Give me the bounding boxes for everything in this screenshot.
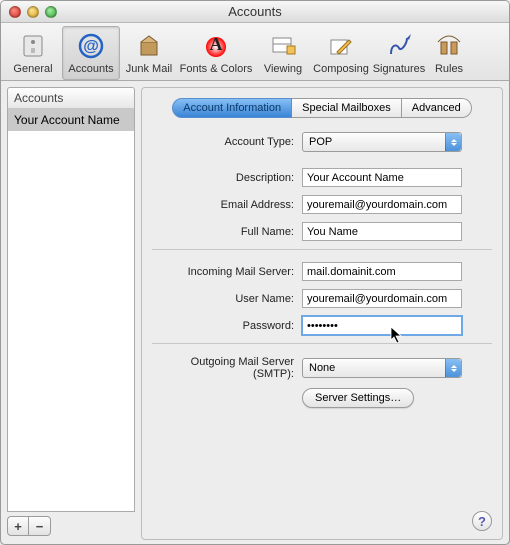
sidebar: Accounts Your Account Name + − xyxy=(7,87,135,540)
zoom-button[interactable] xyxy=(45,6,57,18)
switch-icon xyxy=(17,30,49,62)
preferences-toolbar: General @ Accounts Junk Mail A xyxy=(1,23,509,81)
toolbar-label: General xyxy=(13,63,52,75)
dropdown-arrows-icon xyxy=(445,359,461,377)
password-field[interactable] xyxy=(302,316,462,335)
sidebar-header: Accounts xyxy=(7,87,135,109)
toolbar-item-fonts[interactable]: A Fonts & Colors xyxy=(178,26,254,80)
toolbar-label: Accounts xyxy=(68,63,113,75)
incoming-label: Incoming Mail Server: xyxy=(152,266,302,278)
remove-account-button[interactable]: − xyxy=(29,516,51,536)
smtp-label: Outgoing Mail Server (SMTP): xyxy=(152,356,302,380)
window-controls xyxy=(1,6,57,18)
body: Accounts Your Account Name + − Account I… xyxy=(1,81,509,540)
rules-icon xyxy=(433,30,465,62)
toolbar-item-rules[interactable]: Rules xyxy=(428,26,470,80)
email-label: Email Address: xyxy=(152,199,302,211)
account-type-label: Account Type: xyxy=(152,136,302,148)
toolbar-label: Fonts & Colors xyxy=(180,63,253,75)
toolbar-item-signatures[interactable]: Signatures xyxy=(370,26,428,80)
toolbar-label: Composing xyxy=(313,63,369,75)
junk-icon xyxy=(133,30,165,62)
divider xyxy=(152,249,492,250)
email-field[interactable] xyxy=(302,195,462,214)
help-button[interactable]: ? xyxy=(472,511,492,531)
account-detail-panel: Account Information Special Mailboxes Ad… xyxy=(141,87,503,540)
viewing-icon xyxy=(267,30,299,62)
toolbar-label: Signatures xyxy=(373,63,426,75)
toolbar-label: Junk Mail xyxy=(126,63,172,75)
description-field[interactable] xyxy=(302,168,462,187)
minimize-button[interactable] xyxy=(27,6,39,18)
tab-account-information[interactable]: Account Information xyxy=(172,98,292,118)
smtp-value: None xyxy=(303,362,445,374)
dropdown-arrows-icon xyxy=(445,133,461,151)
accounts-preferences-window: Accounts General @ Accounts Junk Mail xyxy=(0,0,510,545)
password-label: Password: xyxy=(152,320,302,332)
toolbar-item-accounts[interactable]: @ Accounts xyxy=(62,26,120,80)
sidebar-buttons: + − xyxy=(7,516,135,536)
titlebar: Accounts xyxy=(1,1,509,23)
toolbar-label: Viewing xyxy=(264,63,302,75)
toolbar-item-composing[interactable]: Composing xyxy=(312,26,370,80)
tab-special-mailboxes[interactable]: Special Mailboxes xyxy=(292,98,402,118)
fullname-field[interactable] xyxy=(302,222,462,241)
tab-advanced[interactable]: Advanced xyxy=(402,98,472,118)
account-list-item[interactable]: Your Account Name xyxy=(8,109,134,131)
username-label: User Name: xyxy=(152,293,302,305)
window-title: Accounts xyxy=(1,4,509,19)
at-icon: @ xyxy=(75,30,107,62)
server-settings-button[interactable]: Server Settings… xyxy=(302,388,414,408)
toolbar-item-viewing[interactable]: Viewing xyxy=(254,26,312,80)
toolbar-item-junk[interactable]: Junk Mail xyxy=(120,26,178,80)
account-type-select[interactable]: POP xyxy=(302,132,462,152)
accounts-list[interactable]: Your Account Name xyxy=(7,109,135,512)
toolbar-label: Rules xyxy=(435,63,463,75)
fonts-colors-icon: A xyxy=(200,30,232,62)
description-label: Description: xyxy=(152,172,302,184)
close-button[interactable] xyxy=(9,6,21,18)
add-account-button[interactable]: + xyxy=(7,516,29,536)
svg-text:A: A xyxy=(210,34,223,54)
smtp-select[interactable]: None xyxy=(302,358,462,378)
username-field[interactable] xyxy=(302,289,462,308)
fullname-label: Full Name: xyxy=(152,226,302,238)
divider xyxy=(152,343,492,344)
account-type-value: POP xyxy=(303,136,445,148)
composing-icon xyxy=(325,30,357,62)
toolbar-item-general[interactable]: General xyxy=(4,26,62,80)
detail-tabs: Account Information Special Mailboxes Ad… xyxy=(152,98,492,118)
incoming-server-field[interactable] xyxy=(302,262,462,281)
signatures-icon xyxy=(383,30,415,62)
svg-text:@: @ xyxy=(83,38,99,55)
